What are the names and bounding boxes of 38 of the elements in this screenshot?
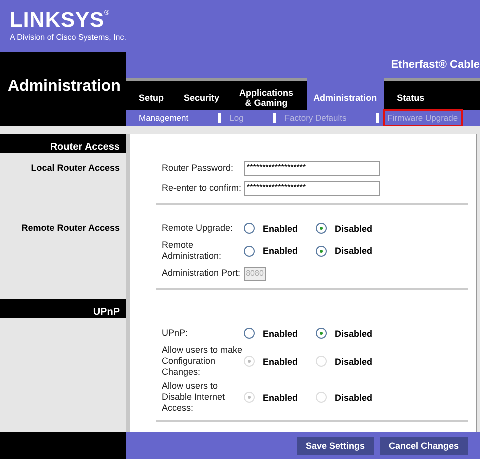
section-title: Router Access bbox=[50, 142, 120, 153]
field-label: Administration Port: bbox=[162, 268, 242, 279]
field-label: Allow users to Disable Internet Access: bbox=[162, 381, 226, 414]
field-label: Remote Administration: bbox=[162, 240, 223, 262]
password-field[interactable]: ******************* bbox=[244, 181, 380, 196]
option-label: Enabled bbox=[263, 224, 298, 234]
radio-button[interactable] bbox=[244, 223, 255, 234]
radio-button[interactable] bbox=[316, 223, 328, 234]
option-label: Disabled bbox=[335, 356, 373, 366]
option-label: Disabled bbox=[335, 328, 373, 338]
option-label: Enabled bbox=[263, 356, 298, 366]
radio-button[interactable] bbox=[316, 246, 328, 256]
tagline: A Division of Cisco Systems, Inc. bbox=[10, 33, 126, 42]
nav-tab[interactable]: Administration bbox=[306, 78, 384, 110]
option-label: Enabled bbox=[263, 328, 298, 338]
radio-button[interactable] bbox=[316, 328, 328, 339]
option-label: Enabled bbox=[263, 246, 298, 256]
password-field[interactable]: ******************* bbox=[244, 161, 380, 176]
option-label: Disabled bbox=[335, 246, 373, 256]
field-label: Allow users to make Configuration Changes: bbox=[162, 345, 244, 378]
subtab-link[interactable]: Management bbox=[136, 110, 192, 125]
option-label: Enabled bbox=[263, 392, 298, 402]
group-label: Local Router Access bbox=[31, 163, 120, 173]
section-title: UPnP bbox=[93, 307, 120, 318]
group-label: Remote Router Access bbox=[22, 223, 120, 233]
radio-button[interactable] bbox=[244, 328, 255, 339]
field-label: UPnP: bbox=[162, 328, 190, 339]
field-label: Remote Upgrade: bbox=[162, 223, 234, 234]
radio-button[interactable] bbox=[244, 246, 255, 256]
logo: LINKSYS bbox=[10, 10, 105, 32]
field-label: Re-enter to confirm: bbox=[162, 183, 243, 194]
page-title: Administration bbox=[8, 78, 121, 95]
option-label: Disabled bbox=[335, 392, 373, 402]
footer-button[interactable]: Cancel Changes bbox=[380, 436, 468, 454]
field-label: Router Password: bbox=[162, 163, 235, 174]
option-label: Disabled bbox=[335, 224, 373, 234]
footer-button[interactable]: Save Settings bbox=[296, 436, 374, 454]
product-name: Etherfast® Cable bbox=[391, 58, 480, 71]
